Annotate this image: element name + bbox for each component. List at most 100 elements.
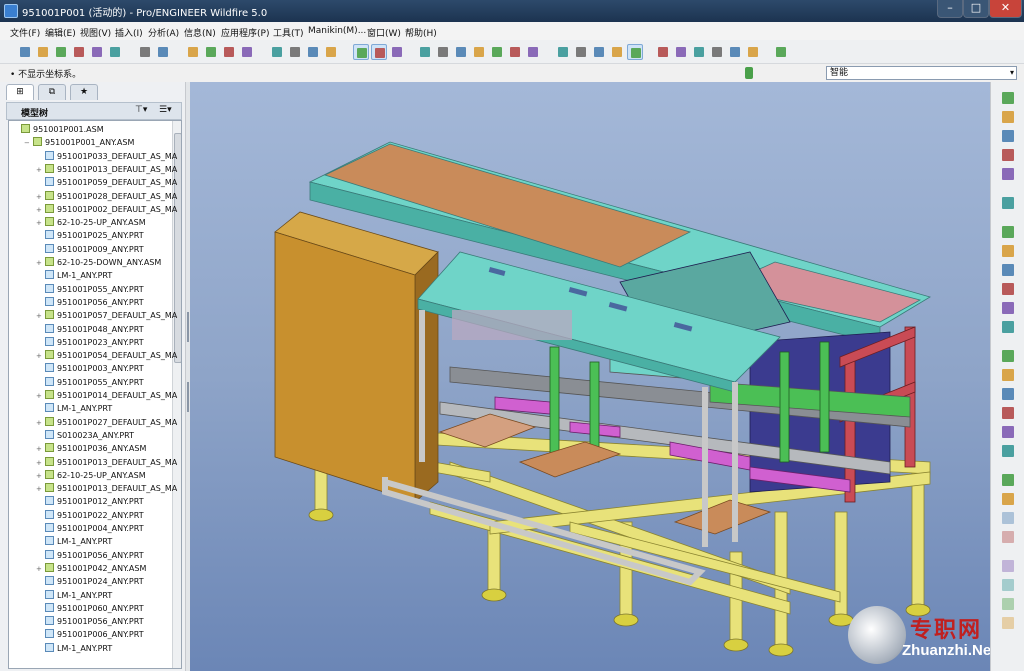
- blend-icon[interactable]: [1000, 319, 1016, 335]
- shaded-icon[interactable]: [627, 44, 643, 60]
- tree-node[interactable]: +951001P036_ANY.ASM: [9, 442, 171, 455]
- select-box-icon[interactable]: [323, 44, 339, 60]
- csys-icon[interactable]: [1000, 195, 1016, 211]
- expand-toggle-icon[interactable]: +: [36, 310, 43, 323]
- tree-node[interactable]: − 951001P001_ANY.ASM: [9, 136, 171, 149]
- datum-points-icon[interactable]: [709, 44, 725, 60]
- find-icon[interactable]: [305, 44, 321, 60]
- tree-node[interactable]: S010023A_ANY.PRT: [9, 429, 171, 442]
- expand-toggle-icon[interactable]: +: [36, 457, 43, 470]
- round-icon[interactable]: [1000, 367, 1016, 383]
- tree-node[interactable]: +951001P013_DEFAULT_AS_MA: [9, 456, 177, 470]
- maximize-button[interactable]: □: [963, 0, 989, 18]
- tree-node[interactable]: LM-1_ANY.PRT: [9, 535, 171, 548]
- context-help-icon[interactable]: [773, 44, 789, 60]
- menu-applications[interactable]: 应用程序(P): [221, 26, 269, 39]
- tree-node[interactable]: 951001P025_ANY.PRT: [9, 229, 171, 242]
- datum-planes-icon[interactable]: [673, 44, 689, 60]
- tree-node[interactable]: 951001P059_DEFAULT_AS_MA: [9, 176, 177, 189]
- tree-node[interactable]: 951001P060_ANY.PRT: [9, 602, 171, 615]
- sketch-icon[interactable]: [1000, 90, 1016, 106]
- tree-node[interactable]: 951001P033_DEFAULT_AS_MA: [9, 150, 177, 163]
- shading-icon[interactable]: [417, 44, 433, 60]
- tree-node[interactable]: +951001P013_DEFAULT_AS_MA: [9, 163, 177, 177]
- new-icon[interactable]: [17, 44, 33, 60]
- draft-icon[interactable]: [1000, 424, 1016, 440]
- tree-filter-icon[interactable]: ☰▾: [159, 105, 172, 115]
- tree-node[interactable]: +951001P028_DEFAULT_AS_MA: [9, 190, 177, 203]
- solidify-icon[interactable]: [1000, 596, 1016, 612]
- tree-node[interactable]: 951001P055_ANY.PRT: [9, 283, 171, 296]
- save-icon[interactable]: [53, 44, 69, 60]
- saved-views-icon[interactable]: [525, 44, 541, 60]
- pan-icon[interactable]: [435, 44, 451, 60]
- tree-node[interactable]: 951001P056_ANY.PRT: [9, 296, 171, 309]
- zoom-out-icon[interactable]: [471, 44, 487, 60]
- revolve-icon[interactable]: [1000, 281, 1016, 297]
- regenerate-icon[interactable]: [287, 44, 303, 60]
- menu-info[interactable]: 信息(N): [184, 26, 216, 39]
- orient-icon[interactable]: [371, 44, 387, 60]
- graphics-window[interactable]: 专职网 Zhuanzhi.Net: [190, 82, 990, 671]
- tree-node[interactable]: +62-10-25-DOWN_ANY.ASM: [9, 256, 171, 269]
- tree-node[interactable]: 951001P056_ANY.PRT: [9, 615, 171, 628]
- sketch-tool-icon[interactable]: [1000, 243, 1016, 259]
- tree-node[interactable]: 951001P048_ANY.PRT: [9, 323, 171, 336]
- cut-icon[interactable]: [203, 44, 219, 60]
- tree-settings-icon[interactable]: ⊤▾: [135, 105, 147, 115]
- copy-icon[interactable]: [137, 44, 153, 60]
- tree-node[interactable]: 951001P024_ANY.PRT: [9, 575, 171, 588]
- minimize-button[interactable]: –: [937, 0, 963, 18]
- tree-node[interactable]: +62-10-25-UP_ANY.ASM: [9, 469, 171, 482]
- expand-toggle-icon[interactable]: +: [36, 417, 43, 430]
- redo-icon[interactable]: [185, 44, 201, 60]
- open-icon[interactable]: [35, 44, 51, 60]
- menu-edit[interactable]: 编辑(E): [45, 26, 76, 39]
- menu-help[interactable]: 帮助(H): [405, 26, 437, 39]
- hole-icon[interactable]: [1000, 348, 1016, 364]
- chamfer-icon[interactable]: [1000, 386, 1016, 402]
- tree-node[interactable]: +951001P013_DEFAULT_AS_MA: [9, 482, 177, 495]
- tree-node[interactable]: LM-1_ANY.PRT: [9, 402, 171, 415]
- enhanced-realism-icon[interactable]: [655, 44, 671, 60]
- tree-node[interactable]: 951001P022_ANY.PRT: [9, 509, 171, 522]
- tree-node[interactable]: +951001P002_DEFAULT_AS_MA: [9, 203, 177, 216]
- email-icon[interactable]: [107, 44, 123, 60]
- close-button[interactable]: ✕: [989, 0, 1022, 18]
- paste-icon[interactable]: [239, 44, 255, 60]
- coordinate-systems-icon[interactable]: [727, 44, 743, 60]
- menu-manikin[interactable]: Manikin(M)...: [308, 26, 366, 36]
- expand-toggle-icon[interactable]: +: [36, 257, 43, 270]
- tree-node[interactable]: 951001P004_ANY.PRT: [9, 522, 171, 535]
- tree-node[interactable]: 951001P003_ANY.PRT: [9, 362, 171, 375]
- tree-node[interactable]: 951001P056_ANY.PRT: [9, 549, 171, 562]
- plane-icon[interactable]: [1000, 109, 1016, 125]
- menu-file[interactable]: 文件(F): [10, 26, 40, 39]
- tree-node[interactable]: +951001P014_DEFAULT_AS_MA: [9, 389, 177, 403]
- expand-toggle-icon[interactable]: +: [36, 390, 43, 403]
- offset-icon[interactable]: [1000, 558, 1016, 574]
- tab-favorites[interactable]: ★: [70, 84, 98, 100]
- tree-node[interactable]: +62-10-25-UP_ANY.ASM: [9, 216, 171, 229]
- expand-toggle-icon[interactable]: +: [36, 563, 43, 576]
- menu-tools[interactable]: 工具(T): [273, 26, 304, 39]
- repaint-icon[interactable]: [353, 44, 369, 60]
- selection-filter[interactable]: 智能 ▾: [826, 66, 1017, 80]
- zoom-in-icon[interactable]: [453, 44, 469, 60]
- paste-special-icon[interactable]: [269, 44, 285, 60]
- analysis-icon[interactable]: [1000, 224, 1016, 240]
- annotations-icon[interactable]: [745, 44, 761, 60]
- grid-icon[interactable]: [1000, 615, 1016, 631]
- menu-analysis[interactable]: 分析(A): [148, 26, 179, 39]
- datum-axes-icon[interactable]: [691, 44, 707, 60]
- reorient-icon[interactable]: [507, 44, 523, 60]
- expand-toggle-icon[interactable]: +: [36, 443, 43, 456]
- tree-node[interactable]: LM-1_ANY.PRT: [9, 642, 171, 655]
- shell-icon[interactable]: [1000, 443, 1016, 459]
- menu-window[interactable]: 窗口(W): [367, 26, 401, 39]
- refit-icon[interactable]: [489, 44, 505, 60]
- tree-node[interactable]: LM-1_ANY.PRT: [9, 269, 171, 282]
- expand-toggle-icon[interactable]: +: [36, 164, 43, 177]
- tree-node[interactable]: 951001P001.ASM: [9, 123, 171, 136]
- hidden-line-icon[interactable]: [591, 44, 607, 60]
